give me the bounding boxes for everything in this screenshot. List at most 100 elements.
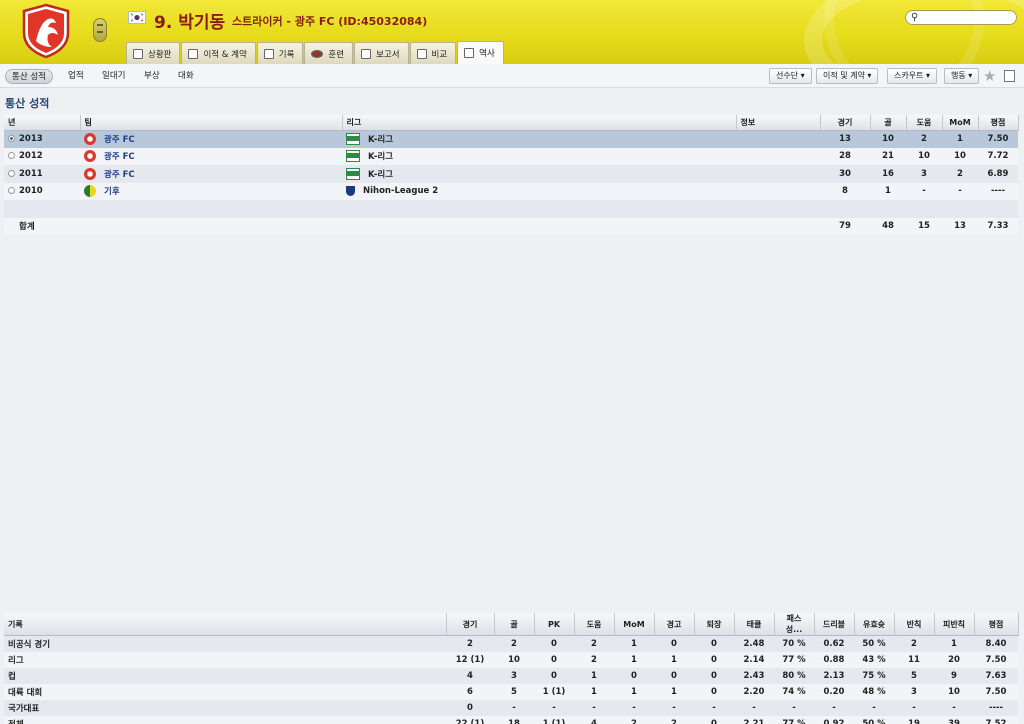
- column-header[interactable]: 년: [4, 115, 81, 131]
- column-header[interactable]: MoM: [942, 115, 979, 131]
- stats-cell: 5: [894, 667, 934, 684]
- stats-column-header[interactable]: 퇴장: [694, 613, 735, 636]
- stats-cell: 0: [534, 667, 574, 684]
- player-name: 9. 박기동: [154, 13, 226, 33]
- cell-text: 6.89: [987, 168, 1009, 179]
- board-icon: [133, 48, 143, 59]
- cell-team[interactable]: 광주 FC: [80, 147, 342, 165]
- cell-text: Nihon-League 2: [363, 186, 439, 197]
- tab-0[interactable]: 상황판: [126, 42, 181, 64]
- empty-cell: [906, 200, 942, 218]
- subnav-item-4[interactable]: 대화: [172, 69, 200, 84]
- gifu-badge-icon: [84, 185, 96, 198]
- tab-3[interactable]: 훈련: [304, 42, 354, 64]
- dropdown-2[interactable]: 스카우트 ▾: [887, 68, 938, 84]
- column-header[interactable]: 팀: [80, 115, 343, 131]
- total-cell: [736, 217, 820, 235]
- cell-rating: ----: [978, 182, 1018, 200]
- subnav-item-3[interactable]: 부상: [138, 69, 166, 84]
- cell-text: 28: [839, 151, 851, 162]
- sub-navigation: 통산 성적 업적 일대기 부상 대화 선수단 ▾ 이적 및 계약 ▾ 스카우트 ▾ 행동 ▾ …: [0, 64, 1024, 88]
- column-header[interactable]: 평점: [978, 115, 1019, 131]
- stats-cell: 0: [534, 651, 574, 668]
- dropdown-0[interactable]: 선수단 ▾: [769, 68, 812, 84]
- column-header[interactable]: 경기: [820, 115, 871, 131]
- table-row[interactable]: 2013 광주 FC K-리그 13 10 2 1 7.50: [4, 130, 1018, 148]
- stats-cell: 1 (1): [534, 683, 574, 700]
- stats-column-header[interactable]: 기록: [4, 613, 447, 636]
- dropdown-label: 스카우트: [894, 71, 924, 80]
- subnav-item-1[interactable]: 업적: [62, 69, 90, 84]
- row-radio-icon[interactable]: [8, 169, 15, 177]
- column-header[interactable]: 리그: [342, 115, 737, 131]
- tab-4[interactable]: 보고서: [354, 42, 409, 64]
- cell-text: 16: [882, 168, 894, 179]
- empty-cell: [342, 200, 736, 218]
- cell-team[interactable]: 광주 FC: [80, 130, 342, 148]
- tab-6[interactable]: 역사: [457, 41, 504, 64]
- stats-cell: 비공식 경기: [4, 635, 446, 652]
- cell-league[interactable]: K-리그: [342, 147, 736, 165]
- stats-cell: 0: [534, 635, 574, 652]
- cell-apps: 28: [820, 147, 870, 165]
- stats-column-header[interactable]: 경기: [446, 613, 495, 636]
- table-row[interactable]: 2010 기후 Nihon-League 2 8 1- - ----: [4, 182, 1018, 200]
- stats-cell: 국가대표: [4, 699, 446, 716]
- stats-column-header[interactable]: 골: [494, 613, 535, 636]
- subnav-item-0[interactable]: 통산 성적: [5, 69, 53, 84]
- cell-league[interactable]: K-리그: [342, 130, 736, 148]
- club-badge-icon[interactable]: [18, 3, 74, 59]
- cell-text: K-리그: [368, 152, 394, 163]
- stats-cell: ----: [974, 699, 1018, 716]
- empty-cell: [820, 200, 870, 218]
- stats-column-header[interactable]: 반칙: [894, 613, 935, 636]
- column-header[interactable]: 도움: [906, 115, 943, 131]
- favorite-star-icon[interactable]: ★: [983, 67, 996, 85]
- search-input[interactable]: ⚲: [905, 10, 1017, 25]
- table-row[interactable]: 2012 광주 FC K-리그 28 21 10 10 7.72: [4, 147, 1018, 165]
- cell-league[interactable]: K-리그: [342, 165, 736, 183]
- column-header[interactable]: 골: [870, 115, 907, 131]
- player-position-club[interactable]: 스트라이커 - 광주 FC (ID:45032084): [232, 13, 427, 29]
- cell-text: 13: [839, 134, 851, 144]
- chart-icon: [263, 48, 274, 59]
- cell-team[interactable]: 기후: [80, 182, 342, 200]
- cell-goals: 1: [870, 182, 906, 200]
- subnav-item-2[interactable]: 일대기: [96, 69, 131, 84]
- cell-text: 7.72: [987, 151, 1009, 162]
- tab-label: 보고서: [376, 49, 400, 60]
- stats-column-header[interactable]: 태클: [734, 613, 775, 636]
- cell-info: [736, 130, 820, 148]
- row-radio-icon[interactable]: [8, 135, 15, 142]
- empty-row: [4, 200, 1018, 218]
- stats-column-header[interactable]: 드리블: [814, 613, 855, 636]
- stats-cell: -: [934, 699, 974, 716]
- stats-cell: 리그: [4, 651, 446, 668]
- total-cell: 79: [820, 217, 870, 235]
- dropdown-3[interactable]: 행동 ▾: [944, 68, 980, 84]
- row-radio-icon[interactable]: [8, 152, 15, 160]
- table-row[interactable]: 2011 광주 FC K-리그 30 16 3 2 6.89: [4, 165, 1018, 183]
- stats-column-header[interactable]: PK: [534, 613, 575, 636]
- player-toggle-button[interactable]: [93, 18, 107, 42]
- stats-column-header[interactable]: 평점: [974, 613, 1019, 636]
- stats-column-header[interactable]: 패스 성...: [774, 613, 815, 636]
- row-radio-icon[interactable]: [8, 187, 15, 195]
- cell-team[interactable]: 광주 FC: [80, 165, 342, 183]
- column-header[interactable]: 정보: [736, 115, 821, 131]
- tab-2[interactable]: 기록: [256, 42, 304, 64]
- add-note-icon[interactable]: [1004, 70, 1015, 82]
- stats-column-header[interactable]: 도움: [574, 613, 615, 636]
- stats-column-header[interactable]: 유효슛: [854, 613, 895, 636]
- stats-column-header[interactable]: MoM: [614, 613, 655, 636]
- tab-1[interactable]: 이적 & 계약: [181, 42, 256, 64]
- cell-text: 7.50: [987, 134, 1009, 144]
- total-cell: 7.33: [978, 217, 1018, 235]
- stats-column-header[interactable]: 경고: [654, 613, 695, 636]
- tab-5[interactable]: 비교: [409, 42, 457, 64]
- cell-league[interactable]: Nihon-League 2: [342, 182, 736, 200]
- stats-cell: 77 %: [774, 715, 814, 724]
- stats-column-header[interactable]: 피반칙: [934, 613, 975, 636]
- dropdown-1[interactable]: 이적 및 계약 ▾: [816, 68, 879, 84]
- stats-cell: 3: [494, 667, 534, 684]
